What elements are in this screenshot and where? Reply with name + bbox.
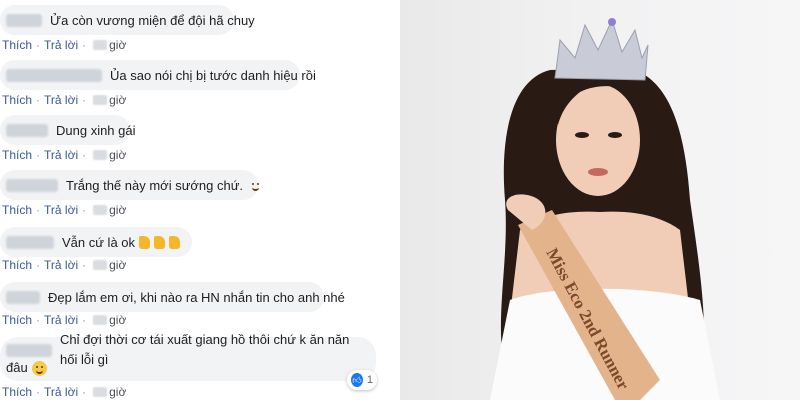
- timestamp-unit[interactable]: giờ: [109, 258, 126, 272]
- comment-text: Ủa sao nói chị bị tước danh hiệu rồi: [110, 67, 316, 83]
- comment-text: Dung xinh gái: [56, 122, 136, 138]
- comment-text: Vẫn cứ là ok: [62, 234, 136, 250]
- reaction-count-badge[interactable]: 👍︎ 1: [347, 370, 377, 390]
- author-name-blurred[interactable]: [6, 290, 40, 304]
- comment-actions: Thích · Trả lời · giờ: [2, 203, 127, 217]
- like-button[interactable]: Thích: [2, 385, 32, 399]
- like-button[interactable]: Thích: [2, 148, 32, 162]
- like-button[interactable]: Thích: [2, 93, 32, 107]
- comment-bubble: Chỉ đợi thời cơ tái xuất giang hồ thôi c…: [0, 332, 376, 381]
- timestamp-unit[interactable]: giờ: [109, 93, 126, 107]
- comment-bubble: Ửa còn vương miện để đội hã chuy: [0, 5, 255, 35]
- comment-actions: Thích · Trả lời · giờ: [2, 38, 127, 52]
- photo-panel: Miss Eco 2nd Runner: [400, 0, 800, 400]
- timestamp-unit[interactable]: giờ: [109, 313, 126, 327]
- timestamp-unit[interactable]: giờ: [109, 385, 126, 399]
- timestamp-blurred: [93, 315, 108, 325]
- comment-text: Ửa còn vương miện để đội hã chuy: [50, 12, 255, 28]
- timestamp-unit[interactable]: giờ: [109, 38, 126, 52]
- like-button[interactable]: Thích: [2, 203, 32, 217]
- reply-button[interactable]: Trả lời: [44, 93, 78, 107]
- thumbs-up-emoji-icon: [154, 235, 165, 249]
- lips-shape: [588, 168, 608, 176]
- thumbs-up-emoji-icon: [169, 235, 180, 249]
- crown-jewel: [608, 18, 616, 26]
- eye-left: [575, 132, 589, 138]
- timestamp-blurred: [93, 205, 108, 215]
- timestamp-blurred: [93, 40, 108, 50]
- timestamp-blurred: [93, 150, 108, 160]
- like-button[interactable]: Thích: [2, 38, 32, 52]
- timestamp-blurred: [93, 260, 108, 270]
- like-button[interactable]: Thích: [2, 258, 32, 272]
- comment-bubble: Ủa sao nói chị bị tước danh hiệu rồi: [0, 60, 316, 90]
- reply-button[interactable]: Trả lời: [44, 203, 78, 217]
- timestamp-blurred: [93, 95, 108, 105]
- reaction-count: 1: [366, 374, 373, 386]
- comment-bubble: Trắng thế này mới sướng chứ.: [0, 170, 260, 200]
- reply-button[interactable]: Trả lời: [44, 258, 78, 272]
- reply-button[interactable]: Trả lời: [44, 38, 78, 52]
- reply-button[interactable]: Trả lời: [44, 385, 78, 399]
- comment-actions: Thích · Trả lời · giờ: [2, 258, 127, 272]
- author-name-blurred[interactable]: [6, 343, 52, 357]
- comment-actions: Thích · Trả lời · giờ: [2, 313, 127, 327]
- pageant-photo: Miss Eco 2nd Runner: [490, 18, 720, 400]
- timestamp-unit[interactable]: giờ: [109, 148, 126, 162]
- reply-button[interactable]: Trả lời: [44, 313, 78, 327]
- comment-actions: Thích · Trả lời · giờ: [2, 148, 127, 162]
- comment-text-line2: đâu: [6, 360, 28, 375]
- smile-emoji-icon: [31, 360, 47, 376]
- comment-text: Chỉ đợi thời cơ tái xuất giang hồ thôi c…: [60, 332, 350, 367]
- comment-actions: Thích · Trả lời · giờ: [2, 385, 127, 399]
- reply-button[interactable]: Trả lời: [44, 148, 78, 162]
- comments-panel: Ửa còn vương miện để đội hã chuy Thích · …: [0, 0, 400, 400]
- timestamp-unit[interactable]: giờ: [109, 203, 126, 217]
- comment-text: Trắng thế này mới sướng chứ.: [66, 177, 244, 193]
- like-icon: 👍︎: [351, 373, 363, 387]
- comment-actions: Thích · Trả lời · giờ: [2, 93, 127, 107]
- comment-text: Đẹp lắm em ơi, khi nào ra HN nhắn tin ch…: [48, 289, 345, 305]
- author-name-blurred[interactable]: [6, 178, 58, 192]
- author-name-blurred[interactable]: [6, 68, 102, 82]
- author-name-blurred[interactable]: [6, 123, 48, 137]
- timestamp-blurred: [93, 387, 108, 397]
- like-button[interactable]: Thích: [2, 313, 32, 327]
- thumbs-up-emoji-icon: [139, 235, 151, 249]
- author-name-blurred[interactable]: [6, 13, 42, 27]
- eye-right: [608, 132, 622, 138]
- crown-shape: [554, 18, 649, 81]
- comment-bubble: Vẫn cứ là ok: [0, 227, 192, 257]
- comment-bubble: Đẹp lắm em ơi, khi nào ra HN nhắn tin ch…: [0, 282, 345, 312]
- author-name-blurred[interactable]: [6, 235, 54, 249]
- comment-bubble: Dung xinh gái: [0, 115, 136, 145]
